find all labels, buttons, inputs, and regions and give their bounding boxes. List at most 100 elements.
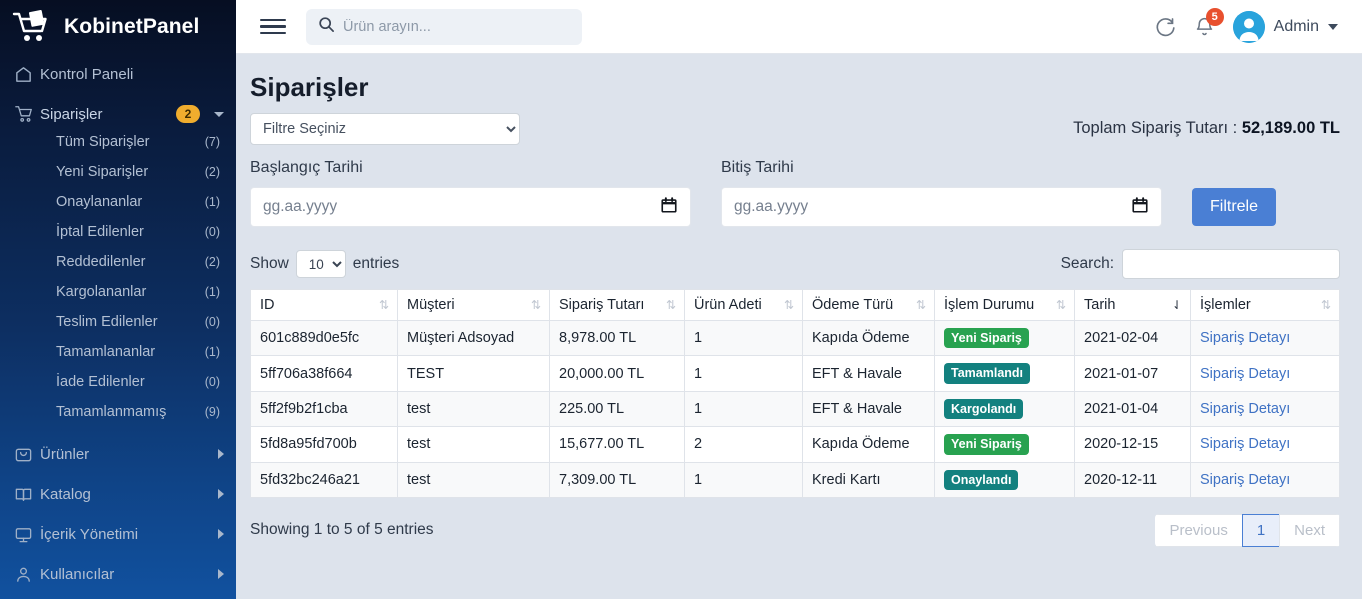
- refresh-icon[interactable]: [1154, 16, 1176, 38]
- cell-tarih: 2020-12-11: [1074, 461, 1191, 498]
- calendar-icon[interactable]: [660, 196, 678, 219]
- user-menu[interactable]: Admin: [1232, 10, 1338, 43]
- chevron-right-icon[interactable]: [218, 529, 224, 539]
- cell-id: 5ff706a38f664: [250, 355, 398, 392]
- sidebar-subcount: (2): [204, 255, 220, 269]
- table-row[interactable]: 5fd8a95fd700b test 15,677.00 TL 2 Kapıda…: [250, 426, 1340, 463]
- notifications-button[interactable]: 5: [1194, 8, 1224, 37]
- sidebar-subitem-teslim-edilenler[interactable]: Teslim Edilenler (0): [0, 314, 236, 344]
- orders-table-body: 601c889d0e5fc Müşteri Adsoyad 8,978.00 T…: [250, 319, 1340, 498]
- sidebar-subitem-iade-edilenler[interactable]: İade Edilenler (0): [0, 374, 236, 404]
- table-row[interactable]: 601c889d0e5fc Müşteri Adsoyad 8,978.00 T…: [250, 319, 1340, 357]
- status-badge: Kargolandı: [944, 398, 1024, 420]
- column-header-id[interactable]: ID ⇅: [250, 289, 398, 321]
- sidebar-item-urunler[interactable]: Ürünler: [0, 434, 236, 474]
- sidebar-subitem-yeni-siparisler[interactable]: Yeni Siparişler (2): [0, 164, 236, 194]
- calendar-icon[interactable]: [1131, 196, 1149, 219]
- start-date-input[interactable]: gg.aa.yyyy: [250, 187, 691, 227]
- search-icon: [318, 16, 335, 38]
- topbar: 5 Admin: [236, 0, 1362, 54]
- filtrele-button[interactable]: Filtrele: [1192, 188, 1277, 226]
- sidebar-subcount: (9): [204, 405, 220, 419]
- sidebar-subitem-tamamlanmamis[interactable]: Tamamlanmamış (9): [0, 404, 236, 434]
- sidebar-item-kontrol-paneli[interactable]: Kontrol Paneli: [0, 54, 236, 94]
- column-header-tarih[interactable]: Tarih ⇃: [1074, 289, 1191, 321]
- chevron-down-icon[interactable]: [214, 111, 224, 117]
- page-length-select[interactable]: 10: [295, 250, 346, 278]
- column-label: Ödeme Türü: [812, 297, 894, 313]
- pagination-previous[interactable]: Previous: [1155, 513, 1243, 547]
- sidebar-item-siparisler[interactable]: Siparişler 2: [0, 94, 236, 134]
- column-label: İşlem Durumu: [944, 297, 1035, 313]
- table-search-label: Search:: [1060, 255, 1114, 272]
- cell-adet: 1: [684, 319, 803, 357]
- sidebar-subitem-onaylananlar[interactable]: Onaylananlar (1): [0, 194, 236, 224]
- table-row[interactable]: 5ff2f9b2f1cba test 225.00 TL 1 EFT & Hav…: [250, 390, 1340, 428]
- chevron-right-icon[interactable]: [218, 449, 224, 459]
- column-header-islemler[interactable]: İşlemler ⇅: [1190, 289, 1340, 321]
- status-badge: Yeni Sipariş: [944, 434, 1029, 455]
- cell-id: 5ff2f9b2f1cba: [250, 390, 398, 428]
- column-header-musteri[interactable]: Müşteri ⇅: [397, 289, 550, 321]
- sort-icon: ⇅: [530, 298, 541, 312]
- end-date-input[interactable]: gg.aa.yyyy: [721, 187, 1162, 227]
- shopping-cart-icon: [10, 7, 56, 47]
- sidebar-subcount: (1): [204, 195, 220, 209]
- cell-durum: Kargolandı: [934, 390, 1075, 428]
- sidebar-sublabel: Yeni Siparişler: [56, 164, 149, 180]
- sort-icon: ⇅: [783, 298, 794, 312]
- sidebar-item-katalog[interactable]: Katalog: [0, 474, 236, 514]
- order-detail-link[interactable]: Sipariş Detayı: [1200, 401, 1290, 417]
- sort-descending-icon: ⇃: [1171, 298, 1182, 312]
- start-date-field: Başlangıç Tarihi gg.aa.yyyy: [250, 159, 691, 227]
- sort-icon: ⇅: [915, 298, 926, 312]
- sidebar-subitem-tum-siparisler[interactable]: Tüm Siparişler (7): [0, 134, 236, 164]
- show-entries: Show 10 entries: [250, 250, 399, 278]
- column-label: Sipariş Tutarı: [559, 297, 645, 313]
- pagination-page-1[interactable]: 1: [1241, 513, 1281, 547]
- sidebar-sublabel: Onaylananlar: [56, 194, 143, 210]
- column-header-urun-adeti[interactable]: Ürün Adeti ⇅: [684, 289, 803, 321]
- table-row[interactable]: 5ff706a38f664 TEST 20,000.00 TL 1 EFT & …: [250, 355, 1340, 392]
- order-detail-link[interactable]: Sipariş Detayı: [1200, 330, 1290, 346]
- chevron-right-icon[interactable]: [218, 569, 224, 579]
- end-date-label: Bitiş Tarihi: [721, 159, 794, 176]
- cell-tarih: 2020-12-15: [1074, 426, 1191, 463]
- sidebar-subitem-kargolananlar[interactable]: Kargolananlar (1): [0, 284, 236, 314]
- main-area: 5 Admin Siparişler: [236, 0, 1362, 599]
- chevron-right-icon[interactable]: [218, 489, 224, 499]
- table-search-input[interactable]: [1122, 249, 1340, 279]
- cell-tarih: 2021-02-04: [1074, 319, 1191, 357]
- search-input[interactable]: [343, 18, 570, 35]
- sidebar-subcount: (0): [204, 315, 220, 329]
- column-header-odeme-turu[interactable]: Ödeme Türü ⇅: [802, 289, 935, 321]
- caret-down-icon[interactable]: [1328, 23, 1338, 30]
- cell-id: 5fd32bc246a21: [250, 461, 398, 498]
- sidebar-subitem-iptal-edilenler[interactable]: İptal Edilenler (0): [0, 224, 236, 254]
- column-label: Tarih: [1084, 297, 1116, 313]
- monitor-icon: [14, 525, 40, 544]
- sort-icon: ⇅: [1055, 298, 1066, 312]
- global-search[interactable]: [306, 8, 582, 45]
- sidebar-subcount: (1): [204, 285, 220, 299]
- table-row[interactable]: 5fd32bc246a21 test 7,309.00 TL 1 Kredi K…: [250, 461, 1340, 498]
- sidebar-subitem-tamamlananlar[interactable]: Tamamlananlar (1): [0, 344, 236, 374]
- sidebar-item-icerik-yonetimi[interactable]: İçerik Yönetimi: [0, 514, 236, 554]
- showing-entries-text: Showing 1 to 5 of 5 entries: [250, 521, 434, 539]
- sidebar-label-icerik-yonetimi: İçerik Yönetimi: [40, 525, 139, 543]
- sidebar-subitem-reddedilenler[interactable]: Reddedilenler (2): [0, 254, 236, 284]
- sidebar-sublabel: Kargolananlar: [56, 284, 147, 300]
- sidebar-item-kullanicilar[interactable]: Kullanıcılar: [0, 554, 236, 594]
- sidebar-sublabel: İade Edilenler: [56, 374, 145, 390]
- column-header-siparis-tutari[interactable]: Sipariş Tutarı ⇅: [549, 289, 685, 321]
- order-detail-link[interactable]: Sipariş Detayı: [1200, 436, 1290, 452]
- hamburger-menu-icon[interactable]: [260, 15, 286, 39]
- pagination-next[interactable]: Next: [1279, 513, 1340, 547]
- filter-select[interactable]: Filtre Seçiniz: [250, 113, 520, 145]
- cell-id: 601c889d0e5fc: [250, 319, 398, 357]
- order-detail-link[interactable]: Sipariş Detayı: [1200, 366, 1290, 382]
- sidebar-subcount: (0): [204, 375, 220, 389]
- column-header-islem-durumu[interactable]: İşlem Durumu ⇅: [934, 289, 1075, 321]
- order-detail-link[interactable]: Sipariş Detayı: [1200, 472, 1290, 488]
- brand-header[interactable]: KobinetPanel: [0, 0, 236, 54]
